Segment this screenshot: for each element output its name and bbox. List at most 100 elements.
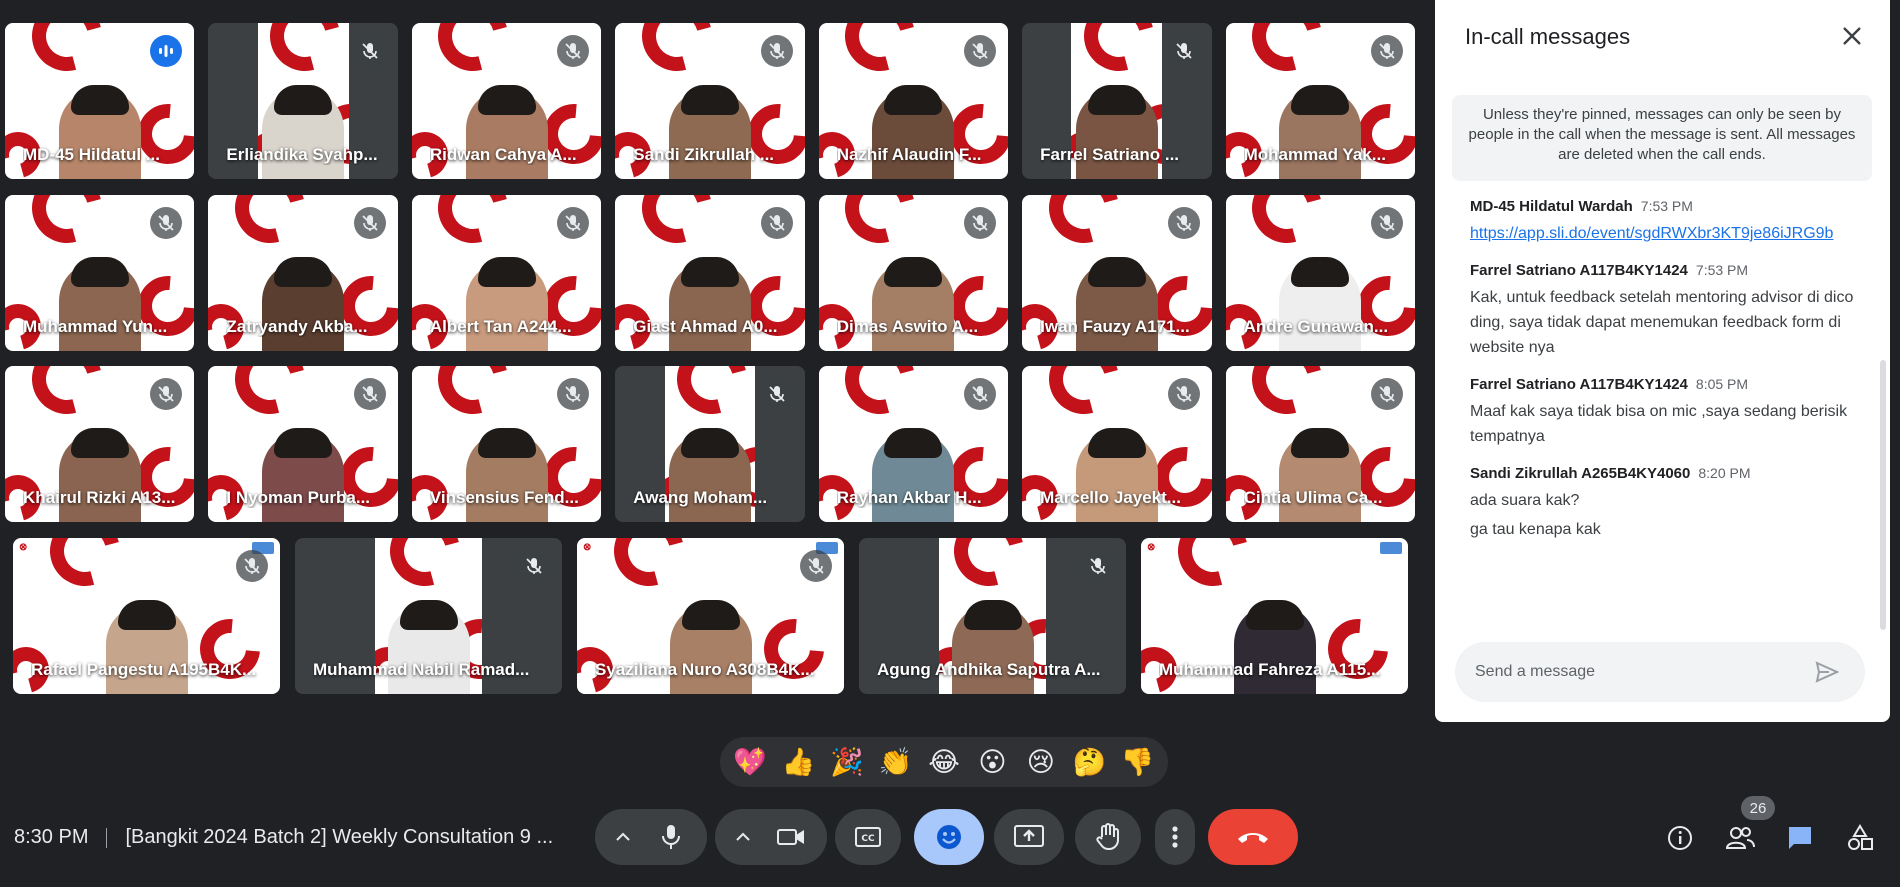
- mic-off-icon: [1167, 35, 1200, 67]
- participant-tile[interactable]: Ridwan Cahya A...: [411, 23, 602, 179]
- more-options-button[interactable]: [1155, 809, 1195, 865]
- reaction-emoji-button[interactable]: 🎉: [825, 746, 869, 778]
- participant-tile[interactable]: Agung Andhika Saputra A...: [859, 538, 1126, 694]
- reaction-emoji-button[interactable]: 😂: [922, 747, 966, 778]
- participant-tile[interactable]: Farrel Satriano ...: [1022, 23, 1212, 179]
- background-logo: [1035, 195, 1132, 256]
- captions-icon: CC: [855, 827, 881, 847]
- participant-video: [58, 257, 141, 351]
- message-scrollbar[interactable]: [1880, 360, 1886, 630]
- video-row: Khairul Rizki A13... I Nyoman Purba... Vin…: [0, 366, 1420, 522]
- mic-off-icon: [236, 550, 268, 582]
- participant-tile[interactable]: Sandi Zikrullah ...: [615, 23, 805, 179]
- background-logo: [222, 195, 318, 256]
- participant-tile[interactable]: Marcello Jayekt...: [1022, 366, 1212, 522]
- message-header: Farrel Satriano A117B4KY1424 7:53 PM: [1470, 262, 1855, 279]
- mic-button[interactable]: [643, 809, 699, 865]
- people-button[interactable]: [1720, 818, 1760, 858]
- participant-tile[interactable]: Awang Moham...: [615, 366, 805, 522]
- message-sender: Farrel Satriano A117B4KY1424: [1470, 262, 1688, 279]
- background-logo: [1071, 23, 1163, 84]
- participant-tile[interactable]: Vinsensius Fend...: [411, 366, 602, 522]
- corner-badge: [1380, 542, 1402, 554]
- meeting-details-button[interactable]: [1660, 818, 1700, 858]
- activities-button[interactable]: [1840, 818, 1880, 858]
- chat-button[interactable]: [1780, 818, 1820, 858]
- message-input[interactable]: [1475, 663, 1809, 681]
- reaction-emoji-button[interactable]: 👎: [1116, 746, 1160, 778]
- participant-tile[interactable]: Andre Gunawan...: [1225, 195, 1415, 351]
- audio-options-button[interactable]: [603, 809, 643, 865]
- participant-count-badge: 26: [1741, 796, 1775, 820]
- participant-tile[interactable]: Zatryandy Akba...: [208, 195, 398, 351]
- chevron-up-icon: [616, 832, 630, 841]
- participant-tile[interactable]: Muhammad Nabil Ramad...: [295, 538, 562, 694]
- close-panel-button[interactable]: [1836, 20, 1868, 52]
- participant-tile[interactable]: Albert Tan A244...: [411, 195, 602, 351]
- participant-video: [262, 85, 345, 179]
- camera-button[interactable]: [763, 809, 819, 865]
- participant-tile[interactable]: ⊗ Rafael Pangestu A195B4K...: [13, 538, 280, 694]
- message-time: 7:53 PM: [1695, 262, 1749, 278]
- participant-name: Rafael Pangestu A195B4K...: [31, 660, 257, 679]
- participant-tile[interactable]: Cintia Ulima Ca...: [1225, 366, 1415, 522]
- participant-name: Ridwan Cahya A...: [429, 145, 577, 164]
- participant-name: Farrel Satriano ...: [1040, 145, 1180, 164]
- mic-off-icon: [1370, 378, 1403, 410]
- background-logo: [18, 195, 115, 256]
- background-logo: [628, 23, 725, 84]
- message-time: 8:05 PM: [1695, 376, 1749, 392]
- participant-name: I Nyoman Purba...: [226, 488, 371, 507]
- participant-tile[interactable]: Dimas Aswito A...: [818, 195, 1009, 351]
- background-logo: [832, 23, 929, 84]
- mic-off-icon: [1167, 207, 1200, 239]
- participant-video: [105, 600, 188, 694]
- participant-name: MD-45 Hildatul ...: [23, 145, 160, 164]
- participant-video: [872, 257, 955, 351]
- chevron-up-icon: [736, 832, 750, 841]
- reactions-bar: 💖 👍 🎉 👏 😂 😮 😢 🤔 👎: [720, 737, 1168, 787]
- participant-tile[interactable]: ⊗ Muhammad Fahreza A115...: [1141, 538, 1408, 694]
- participant-name: Vinsensius Fend...: [429, 488, 579, 507]
- participant-name: Syaziliana Nuro A308B4K...: [595, 660, 815, 679]
- reaction-emoji-button[interactable]: 💖: [728, 746, 772, 778]
- video-options-button[interactable]: [723, 809, 763, 865]
- participant-video: [58, 428, 141, 522]
- participant-tile[interactable]: I Nyoman Purba...: [208, 366, 398, 522]
- participant-tile[interactable]: Mohammad Yak...: [1225, 23, 1415, 179]
- send-button[interactable]: [1809, 654, 1845, 690]
- participant-tile[interactable]: Muhammad Yun...: [5, 195, 195, 351]
- background-logo: [832, 366, 929, 427]
- participant-tile[interactable]: Giast Ahmad A0...: [615, 195, 805, 351]
- present-screen-button[interactable]: [994, 809, 1064, 865]
- video-row: MD-45 Hildatul ... Erliandika Syahp... Rid…: [0, 23, 1420, 179]
- participant-tile[interactable]: MD-45 Hildatul ...: [5, 23, 195, 179]
- reaction-emoji-button[interactable]: 👍: [777, 746, 821, 778]
- participant-video: [1075, 257, 1158, 351]
- mic-off-icon: [964, 207, 997, 239]
- reaction-emoji-button[interactable]: 😮: [970, 747, 1014, 778]
- message-header: Sandi Zikrullah A265B4KY4060 8:20 PM: [1470, 465, 1855, 482]
- info-icon: [1668, 826, 1692, 850]
- video-row: Muhammad Yun... Zatryandy Akba... Albert T…: [0, 195, 1420, 351]
- message-line: https://app.sli.do/event/sgdRWXbr3KT9je8…: [1470, 221, 1855, 246]
- leave-call-button[interactable]: [1208, 809, 1298, 865]
- reaction-emoji-button[interactable]: 👏: [874, 746, 918, 778]
- participant-tile[interactable]: Nazhif Alaudin F...: [818, 23, 1009, 179]
- participant-tile[interactable]: Rayhan Akbar H...: [818, 366, 1009, 522]
- emoji-reactions-button[interactable]: [914, 809, 984, 865]
- participant-tile[interactable]: Khairul Rizki A13...: [5, 366, 195, 522]
- captions-button[interactable]: CC: [835, 809, 901, 865]
- participant-tile[interactable]: Iwan Fauzy A171...: [1022, 195, 1212, 351]
- reaction-emoji-button[interactable]: 🤔: [1067, 746, 1111, 778]
- message-link[interactable]: https://app.sli.do/event/sgdRWXbr3KT9je8…: [1470, 225, 1833, 242]
- background-logo: [1165, 538, 1262, 599]
- participant-tile[interactable]: ⊗ Syaziliana Nuro A308B4K...: [577, 538, 844, 694]
- mic-off-icon: [353, 207, 386, 239]
- reaction-emoji-button[interactable]: 😢: [1019, 747, 1063, 778]
- participant-video: [58, 85, 141, 179]
- raise-hand-button[interactable]: [1075, 809, 1141, 865]
- mic-off-icon: [1082, 550, 1114, 582]
- participant-tile[interactable]: Erliandika Syahp...: [208, 23, 398, 179]
- message-list: MD-45 Hildatul Wardah 7:53 PM https://app.…: [1470, 198, 1855, 558]
